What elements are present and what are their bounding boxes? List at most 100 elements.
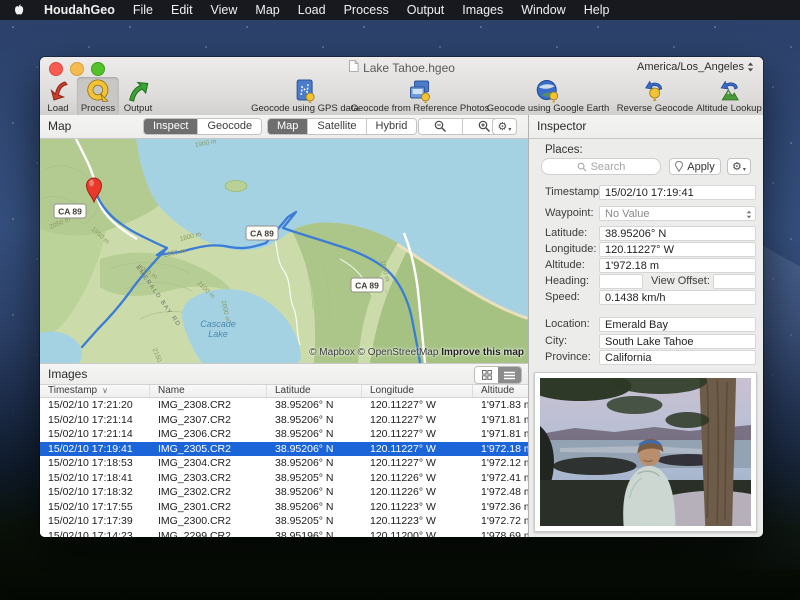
timezone-value: America/Los_Angeles xyxy=(637,61,744,73)
menu-item-images[interactable]: Images xyxy=(453,3,512,17)
view-offset-field[interactable] xyxy=(713,274,756,289)
document-icon xyxy=(348,60,358,75)
menu-item-help[interactable]: Help xyxy=(575,3,619,17)
table-row[interactable]: 15/02/10 17:21:14IMG_2306.CR238.95206° N… xyxy=(40,427,528,442)
altitude-lookup-button[interactable]: Altitude Lookup xyxy=(696,79,762,114)
apple-menu-icon[interactable] xyxy=(12,3,25,18)
places-search-input[interactable]: Search xyxy=(541,158,661,175)
photo-preview xyxy=(534,372,757,532)
load-button[interactable]: Load xyxy=(46,79,70,114)
table-cell: IMG_2306.CR2 xyxy=(150,427,267,442)
menu-item-process[interactable]: Process xyxy=(335,3,398,17)
map-pane-header: Map Inspect Geocode Map Satellite Hybrid xyxy=(40,115,528,139)
tab-hybrid-layer[interactable]: Hybrid xyxy=(367,119,417,134)
table-cell: 1'972.41 m xyxy=(473,471,528,486)
close-window-button[interactable] xyxy=(49,62,63,76)
table-cell: IMG_2307.CR2 xyxy=(150,413,267,428)
grid-icon xyxy=(482,370,492,380)
improve-map-link[interactable]: Improve this map xyxy=(441,347,524,358)
timestamp-field[interactable]: 15/02/10 17:19:41 xyxy=(599,185,756,200)
menu-item-edit[interactable]: Edit xyxy=(162,3,202,17)
longitude-label: Longitude: xyxy=(545,243,596,255)
table-cell: 1'971.81 m xyxy=(473,427,528,442)
table-row[interactable]: 15/02/10 17:19:41IMG_2305.CR238.95206° N… xyxy=(40,442,528,457)
geocode-google-earth-button[interactable]: Geocode using Google Earth xyxy=(487,79,610,114)
location-field[interactable]: Emerald Bay xyxy=(599,317,756,332)
table-cell: 38.95196° N xyxy=(267,529,362,538)
map-action-button[interactable]: ⚙▾ xyxy=(492,118,517,135)
title-bar[interactable]: Lake Tahoe.hgeo America/Los_Angeles xyxy=(40,57,763,79)
svg-text:CA 89: CA 89 xyxy=(58,207,82,217)
map-view[interactable]: EMERALD BAY RD CA 89 CA 89 CA 89 Cascade… xyxy=(40,139,528,363)
places-label: Places: xyxy=(545,144,583,156)
svg-text:CA 89: CA 89 xyxy=(355,281,379,291)
output-button[interactable]: Output xyxy=(124,79,153,114)
menu-item-view[interactable]: View xyxy=(202,3,247,17)
tab-geocode[interactable]: Geocode xyxy=(198,119,261,134)
photo-image xyxy=(540,378,751,526)
menu-item-file[interactable]: File xyxy=(124,3,162,17)
gps-track-icon xyxy=(292,79,318,103)
map-canvas[interactable]: EMERALD BAY RD CA 89 CA 89 CA 89 Cascade… xyxy=(40,139,528,363)
table-cell: 120.11223° W xyxy=(362,500,473,515)
list-view-button[interactable] xyxy=(498,367,521,383)
fannette-island xyxy=(225,181,247,192)
column-header-altitude[interactable]: Altitude xyxy=(473,385,528,397)
zoom-out-button[interactable] xyxy=(419,119,463,134)
waypoint-label: Waypoint: xyxy=(545,207,594,219)
table-row[interactable]: 15/02/10 17:18:41IMG_2303.CR238.95205° N… xyxy=(40,471,528,486)
table-cell: IMG_2305.CR2 xyxy=(150,442,267,457)
column-header-timestamp[interactable]: Timestamp∨ xyxy=(40,385,150,397)
window-title: Lake Tahoe.hgeo xyxy=(363,61,455,75)
timezone-selector[interactable]: America/Los_Angeles xyxy=(637,61,754,73)
geocode-gps-button[interactable]: Geocode using GPS data xyxy=(251,79,359,114)
table-row[interactable]: 15/02/10 17:21:14IMG_2307.CR238.95206° N… xyxy=(40,413,528,428)
table-row[interactable]: 15/02/10 17:17:55IMG_2301.CR238.95206° N… xyxy=(40,500,528,515)
table-cell: 15/02/10 17:17:55 xyxy=(40,500,150,515)
minimize-window-button[interactable] xyxy=(70,62,84,76)
menu-items: HoudahGeoFileEditViewMapLoadProcessOutpu… xyxy=(35,0,618,20)
column-header-latitude[interactable]: Latitude xyxy=(267,385,362,397)
geocode-reference-button[interactable]: Geocode from Reference Photos xyxy=(351,79,490,114)
menu-item-window[interactable]: Window xyxy=(512,3,574,17)
altitude-field[interactable]: 1'972.18 m xyxy=(599,258,756,273)
apply-button[interactable]: Apply xyxy=(669,158,721,175)
column-header-name[interactable]: Name xyxy=(150,385,267,397)
menu-item-map[interactable]: Map xyxy=(246,3,288,17)
latitude-field[interactable]: 38.95206° N xyxy=(599,226,756,241)
latitude-label: Latitude: xyxy=(545,227,587,239)
table-cell: 38.95206° N xyxy=(267,485,362,500)
table-header: Timestamp∨NameLatitudeLongitudeAltitude xyxy=(40,385,528,398)
menu-item-output[interactable]: Output xyxy=(398,3,454,17)
menu-item-load[interactable]: Load xyxy=(289,3,335,17)
tab-inspect[interactable]: Inspect xyxy=(144,119,198,134)
inspector-pane: Inspector Places: Search Apply ⚙▾ xyxy=(528,115,763,537)
load-icon xyxy=(46,79,70,103)
table-cell: 15/02/10 17:18:41 xyxy=(40,471,150,486)
province-field[interactable]: California xyxy=(599,350,756,365)
reverse-geocode-button[interactable]: Reverse Geocode xyxy=(617,79,694,114)
table-row[interactable]: 15/02/10 17:18:32IMG_2302.CR238.95206° N… xyxy=(40,485,528,500)
city-field[interactable]: South Lake Tahoe xyxy=(599,334,756,349)
zoom-window-button[interactable] xyxy=(91,62,105,76)
table-cell: 38.95206° N xyxy=(267,427,362,442)
tab-satellite-layer[interactable]: Satellite xyxy=(308,119,366,134)
table-cell: 15/02/10 17:17:39 xyxy=(40,514,150,529)
places-action-button[interactable]: ⚙▾ xyxy=(727,158,751,175)
mode-segmented-control: Inspect Geocode xyxy=(143,118,262,135)
table-cell: 38.95206° N xyxy=(267,413,362,428)
column-header-longitude[interactable]: Longitude xyxy=(362,385,473,397)
menu-item-houdahgeo[interactable]: HoudahGeo xyxy=(35,3,124,17)
process-button[interactable]: Process xyxy=(81,79,115,114)
table-row[interactable]: 15/02/10 17:18:53IMG_2304.CR238.95206° N… xyxy=(40,456,528,471)
waypoint-select[interactable]: No Value xyxy=(599,206,756,221)
tab-map-layer[interactable]: Map xyxy=(268,119,308,134)
table-row[interactable]: 15/02/10 17:21:20IMG_2308.CR238.95206° N… xyxy=(40,398,528,413)
table-cell: 120.11227° W xyxy=(362,442,473,457)
speed-field[interactable]: 0.1438 km/h xyxy=(599,290,756,305)
heading-field[interactable] xyxy=(599,274,643,289)
grid-view-button[interactable] xyxy=(475,367,498,383)
table-row[interactable]: 15/02/10 17:17:39IMG_2300.CR238.95205° N… xyxy=(40,514,528,529)
table-row[interactable]: 15/02/10 17:14:23IMG_2299.CR238.95196° N… xyxy=(40,529,528,538)
longitude-field[interactable]: 120.11227° W xyxy=(599,242,756,257)
